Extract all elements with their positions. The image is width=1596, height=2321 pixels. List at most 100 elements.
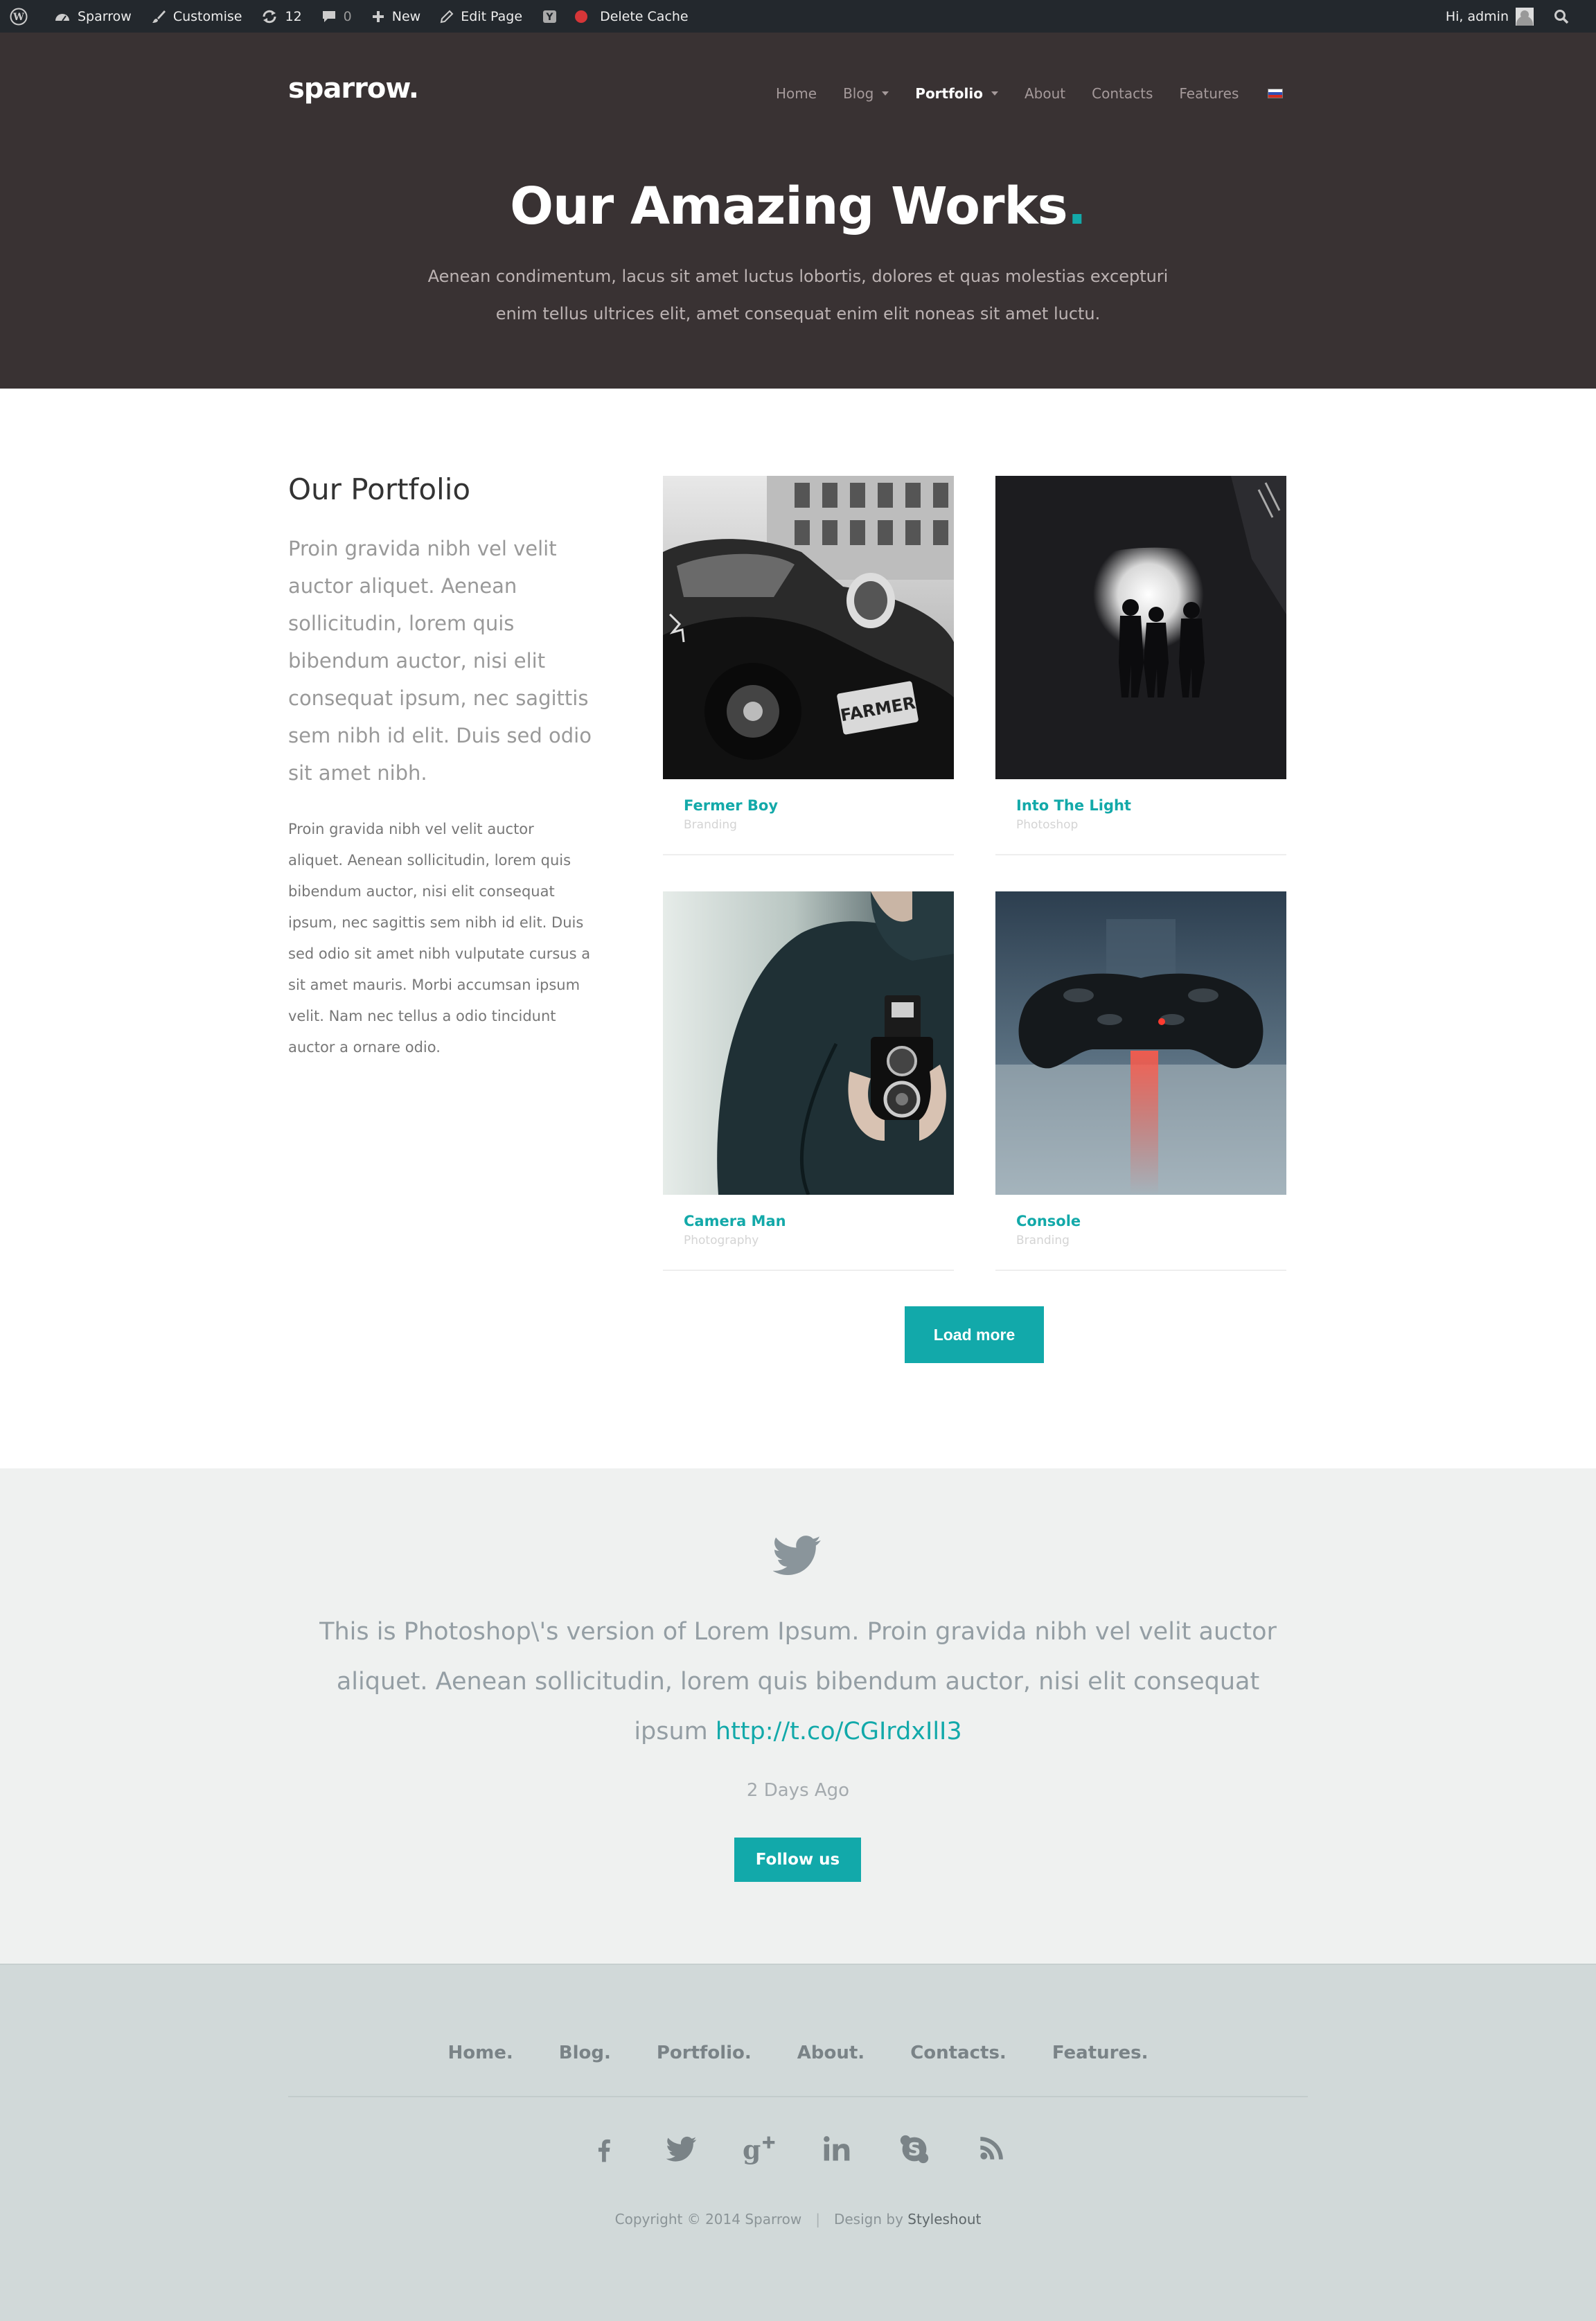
hero-header: sparrow. Home Blog Portfolio About Conta… bbox=[0, 33, 1596, 389]
portfolio-item-category: Photography bbox=[684, 1234, 759, 1247]
svg-text:g: g bbox=[743, 2135, 761, 2164]
greeting: Hi, admin bbox=[1445, 8, 1509, 24]
portfolio-lead: Proin gravida nibh vel velit auctor aliq… bbox=[288, 537, 592, 785]
nav-item-home[interactable]: Home bbox=[776, 85, 817, 102]
portfolio-item-meta: Fermer Boy Branding bbox=[663, 779, 954, 855]
nav-label: Contacts bbox=[1092, 85, 1153, 102]
portfolio-image[interactable] bbox=[663, 891, 954, 1195]
nav-item-blog[interactable]: Blog bbox=[843, 85, 889, 102]
twitter-link[interactable] bbox=[643, 2134, 720, 2164]
twitter-icon bbox=[666, 2136, 697, 2162]
chevron-down-icon bbox=[882, 91, 889, 96]
customise-label: Customise bbox=[172, 8, 242, 24]
design-by-text: Design by bbox=[833, 2211, 903, 2227]
admin-bar: W Sparrow Customise 12 0 New Edit Page Y… bbox=[0, 0, 1596, 33]
tweet-link[interactable]: http://t.co/CGIrdxIlI3 bbox=[716, 1718, 962, 1745]
follow-us-button[interactable]: Follow us bbox=[734, 1838, 861, 1882]
admin-search-button[interactable] bbox=[1543, 0, 1596, 33]
site-footer: Home. Blog. Portfolio. About. Contacts. … bbox=[0, 1964, 1596, 2321]
new-link[interactable]: New bbox=[362, 0, 430, 33]
google-plus-link[interactable]: g bbox=[720, 2134, 798, 2164]
footer-nav-features[interactable]: Features. bbox=[1052, 2043, 1149, 2063]
main-nav: Home Blog Portfolio About Contacts Featu… bbox=[776, 85, 1309, 102]
portfolio-item-category: Branding bbox=[684, 818, 737, 832]
portfolio-item-camera-man[interactable]: Camera Man Photography bbox=[663, 891, 954, 1271]
wordpress-logo-button[interactable]: W bbox=[0, 0, 44, 33]
portfolio-item-category: Photoshop bbox=[1016, 818, 1079, 832]
social-links: g S bbox=[0, 2134, 1596, 2164]
twitter-bird-icon bbox=[773, 1536, 821, 1575]
portfolio-image[interactable]: FARMER bbox=[663, 476, 954, 779]
rss-link[interactable] bbox=[953, 2134, 1031, 2164]
twitter-section: This is Photoshop\'s version of Lorem Ip… bbox=[0, 1468, 1596, 1964]
facebook-link[interactable] bbox=[565, 2134, 643, 2164]
delete-cache-label: Delete Cache bbox=[600, 8, 689, 24]
portfolio-item-console[interactable]: Console Branding bbox=[995, 891, 1286, 1271]
footer-nav-portfolio[interactable]: Portfolio. bbox=[657, 2043, 752, 2063]
portfolio-item-into-the-light[interactable]: Into The Light Photoshop bbox=[995, 476, 1286, 855]
portfolio-image[interactable] bbox=[995, 891, 1286, 1195]
customise-link[interactable]: Customise bbox=[141, 0, 252, 33]
load-more-button[interactable]: Load more bbox=[905, 1306, 1044, 1363]
tweet-text: This is Photoshop\'s version of Lorem Ip… bbox=[315, 1607, 1281, 1757]
portfolio-item-meta: Camera Man Photography bbox=[663, 1195, 954, 1271]
comments-count: 0 bbox=[343, 8, 352, 24]
portfolio-item-category: Branding bbox=[1016, 1234, 1070, 1247]
comments-link[interactable]: 0 bbox=[312, 0, 362, 33]
wordpress-icon: W bbox=[10, 8, 28, 25]
updates-count: 12 bbox=[285, 8, 302, 24]
copyright-text: Copyright © 2014 Sparrow bbox=[614, 2211, 802, 2227]
google-plus-icon: g bbox=[743, 2135, 775, 2164]
search-icon bbox=[1554, 9, 1569, 24]
portfolio-item-fermer-boy[interactable]: FARMER Fermer Boy Branding bbox=[663, 476, 954, 855]
cache-status-dot bbox=[575, 10, 588, 23]
portfolio-image[interactable] bbox=[995, 476, 1286, 779]
portfolio-item-title[interactable]: Fermer Boy bbox=[684, 797, 933, 814]
footer-nav-home[interactable]: Home. bbox=[448, 2043, 513, 2063]
portfolio-item-title[interactable]: Camera Man bbox=[684, 1213, 933, 1229]
designer-link[interactable]: Styleshout bbox=[907, 2211, 981, 2227]
nav-item-contacts[interactable]: Contacts bbox=[1092, 85, 1153, 102]
site-logo[interactable]: sparrow. bbox=[288, 73, 419, 105]
edit-page-link[interactable]: Edit Page bbox=[430, 0, 532, 33]
footer-copyright: Copyright © 2014 Sparrow | Design by Style… bbox=[0, 2211, 1596, 2227]
new-label: New bbox=[391, 8, 421, 24]
footer-nav-contacts[interactable]: Contacts. bbox=[910, 2043, 1007, 2063]
nav-item-about[interactable]: About bbox=[1025, 85, 1065, 102]
skype-link[interactable]: S bbox=[876, 2134, 953, 2164]
copyright-separator: | bbox=[815, 2211, 820, 2227]
my-account-link[interactable]: Hi, admin bbox=[1436, 0, 1543, 33]
portfolio-item-meta: Into The Light Photoshop bbox=[995, 779, 1286, 855]
dashboard-icon bbox=[55, 13, 69, 21]
site-name-link[interactable]: Sparrow bbox=[44, 0, 141, 33]
plus-icon bbox=[372, 10, 384, 22]
language-switcher[interactable] bbox=[1265, 89, 1284, 98]
portfolio-item-title[interactable]: Into The Light bbox=[1016, 797, 1266, 814]
portfolio-description: Proin gravida nibh vel velit auctor aliq… bbox=[288, 821, 591, 1056]
svg-text:S: S bbox=[908, 2140, 921, 2160]
nav-item-portfolio[interactable]: Portfolio bbox=[915, 85, 998, 102]
nav-item-features[interactable]: Features bbox=[1179, 85, 1239, 102]
russian-flag-icon bbox=[1268, 89, 1284, 98]
nav-label: Home bbox=[776, 85, 817, 102]
svg-text:W: W bbox=[12, 12, 24, 23]
comment-icon bbox=[322, 10, 335, 22]
skype-icon: S bbox=[900, 2135, 929, 2164]
tweet-time: 2 Days Ago bbox=[746, 1780, 850, 1801]
updates-icon bbox=[263, 10, 276, 23]
footer-nav-about[interactable]: About. bbox=[797, 2043, 864, 2063]
footer-nav-blog[interactable]: Blog. bbox=[559, 2043, 611, 2063]
hero-title-dot: . bbox=[1067, 177, 1087, 236]
yoast-seo-button[interactable]: Y bbox=[532, 0, 568, 33]
brush-icon bbox=[152, 10, 166, 23]
pencil-icon bbox=[440, 10, 454, 23]
linkedin-link[interactable] bbox=[798, 2134, 876, 2164]
linkedin-icon bbox=[824, 2136, 850, 2161]
nav-label: About bbox=[1025, 85, 1066, 102]
nav-label: Blog bbox=[843, 85, 874, 102]
delete-cache-link[interactable]: Delete Cache bbox=[568, 0, 698, 33]
updates-link[interactable]: 12 bbox=[251, 0, 311, 33]
yoast-icon: Y bbox=[543, 10, 557, 23]
portfolio-item-title[interactable]: Console bbox=[1016, 1213, 1266, 1229]
nav-label: Portfolio bbox=[915, 85, 983, 102]
